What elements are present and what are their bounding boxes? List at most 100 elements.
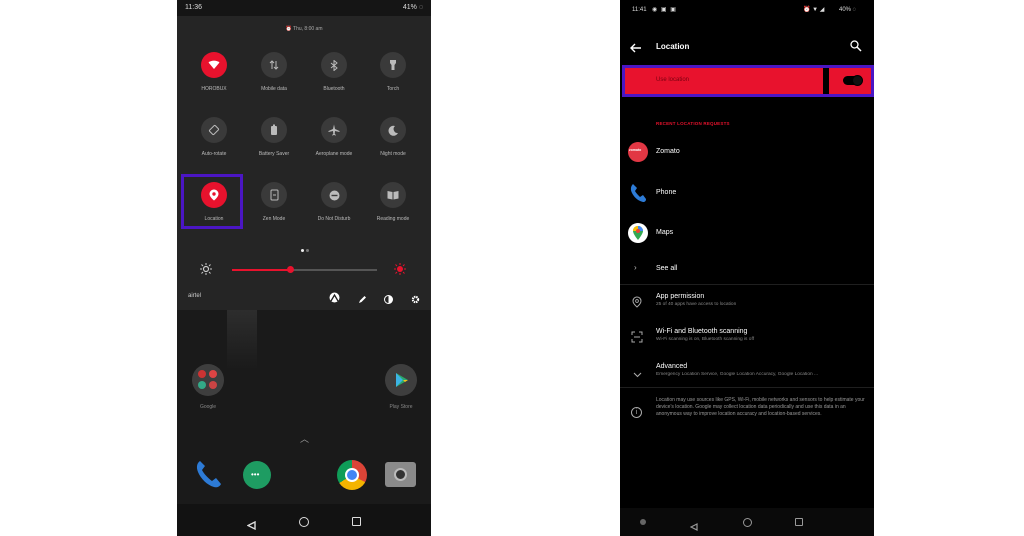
qs-tile-label: Mobile data [261, 86, 287, 92]
settings-gear-icon[interactable] [411, 291, 420, 309]
qs-tile-battery-saver[interactable]: Battery Saver [244, 117, 304, 157]
qs-tile-label: Night mode [380, 151, 406, 157]
status-time: 11:36 [185, 4, 202, 11]
play-store-icon[interactable] [385, 364, 417, 396]
maps-icon [628, 223, 648, 243]
divider [620, 284, 874, 285]
qs-tile-do-not-disturb[interactable]: Do Not Disturb [304, 182, 364, 222]
torch-icon [380, 52, 406, 78]
notification-icons: ◉ ▣ ▣ [652, 7, 677, 13]
chrome-icon[interactable] [337, 460, 367, 490]
recent-app-name[interactable]: Zomato [656, 148, 680, 155]
mobile-data-icon [261, 52, 287, 78]
recent-requests-header: RECENT LOCATION REQUESTS [656, 121, 730, 126]
status-bar: 11:36 41% ◌ [177, 0, 431, 16]
row-subtitle: Emergency Location Service, Google Locat… [656, 372, 819, 377]
airplane-icon [321, 117, 347, 143]
messages-icon[interactable]: ••• [243, 461, 271, 489]
see-all-link[interactable]: See all [656, 265, 677, 272]
auto-rotate-icon [201, 117, 227, 143]
qs-tile-torch[interactable]: Torch [363, 52, 423, 92]
night-mode-icon [380, 117, 406, 143]
scan-icon [631, 330, 643, 348]
left-phone-screen: 11:36 41% ◌ ⏰ Thu, 8:00 am HOROBUX Mobile… [177, 0, 431, 536]
app-permission-row[interactable]: App permission 25 of 40 apps have access… [656, 293, 736, 307]
brightness-thumb[interactable] [287, 266, 294, 273]
back-nav-icon[interactable] [246, 517, 256, 535]
status-bar: 11:41 ◉ ▣ ▣ ⏰ ▼ ◢ 40% ◌ [620, 0, 874, 22]
qs-tile-label: Zen Mode [262, 216, 286, 222]
search-icon[interactable] [850, 39, 862, 57]
battery-saver-icon [261, 117, 287, 143]
nav-bar [620, 508, 874, 536]
location-info-text: Location may use sources like GPS, Wi-Fi… [656, 397, 865, 417]
qs-tile-aeroplane-mode[interactable]: Aeroplane mode [304, 117, 364, 157]
qs-tile-reading-mode[interactable]: Reading mode [363, 182, 423, 222]
camera-icon[interactable] [385, 462, 416, 487]
play-store-label: Play Store [389, 404, 413, 410]
location-tile-highlight [181, 174, 243, 229]
page-dot [306, 249, 309, 252]
reading-mode-icon [380, 182, 406, 208]
right-phone-screen: 11:41 ◉ ▣ ▣ ⏰ ▼ ◢ 40% ◌ Location Use loc… [620, 0, 874, 536]
qs-tile-label: Aeroplane mode [315, 151, 353, 157]
recents-nav-icon[interactable] [795, 518, 803, 526]
recent-app-name[interactable]: Phone [656, 189, 676, 196]
nav-bar [177, 504, 431, 536]
back-arrow-icon[interactable] [630, 40, 642, 58]
status-battery: 40% ◌ [839, 7, 857, 13]
home-nav-icon[interactable] [299, 517, 309, 527]
qs-alarm-date[interactable]: ⏰ Thu, 8:00 am [177, 26, 431, 32]
qs-tile-auto-rotate[interactable]: Auto-rotate [184, 117, 244, 157]
qs-tile-label: Torch [386, 86, 400, 92]
use-location-highlight [622, 65, 874, 97]
qs-tile-label: Do Not Disturb [317, 216, 351, 222]
qs-tile-label: Bluetooth [323, 86, 345, 92]
home-nav-icon[interactable] [743, 518, 752, 527]
brightness-high-icon [394, 262, 406, 280]
wifi-bluetooth-scanning-row[interactable]: Wi-Fi and Bluetooth scanning Wi-Fi scann… [656, 328, 754, 342]
recent-app-name[interactable]: Maps [656, 229, 673, 236]
brightness-fill [232, 269, 290, 271]
page-title: Location [656, 42, 690, 51]
status-icons: ⏰ ▼ ◢ [803, 7, 825, 13]
assistant-dot-icon[interactable] [640, 519, 646, 525]
wallpaper-streak [227, 310, 257, 370]
quick-settings-panel: ⏰ Thu, 8:00 am HOROBUX Mobile data Bluetoo… [177, 16, 431, 310]
zen-mode-icon [261, 182, 287, 208]
page-dot-active [301, 249, 304, 252]
qs-tile-label: HOROBUX [201, 86, 227, 92]
qs-tile-mobile-data[interactable]: Mobile data [244, 52, 304, 92]
row-title: Wi-Fi and Bluetooth scanning [656, 328, 748, 335]
qs-tile-bluetooth[interactable]: Bluetooth [304, 52, 364, 92]
back-nav-icon[interactable] [689, 518, 698, 536]
google-folder-icon[interactable] [192, 364, 224, 396]
dialer-icon[interactable] [194, 459, 222, 494]
brightness-low-icon [200, 262, 212, 280]
zomato-icon: zomato [628, 142, 648, 162]
google-folder-label: Google [199, 404, 217, 410]
row-title: Advanced [656, 363, 688, 370]
wifi-icon [201, 52, 227, 78]
qs-tile-night-mode[interactable]: Night mode [363, 117, 423, 157]
qs-tile-horobux[interactable]: HOROBUX [184, 52, 244, 92]
edit-icon[interactable] [358, 291, 367, 309]
row-title: App permission [656, 293, 705, 300]
recents-nav-icon[interactable] [352, 517, 361, 526]
do-not-disturb-icon [321, 182, 347, 208]
theme-icon[interactable] [384, 291, 393, 309]
phone-icon [629, 183, 647, 208]
row-subtitle: 25 of 40 apps have access to location [656, 302, 737, 307]
chevron-right-icon: › [634, 263, 637, 272]
info-icon: i [631, 407, 642, 418]
chevron-down-icon [633, 365, 642, 383]
qs-tile-zen-mode[interactable]: Zen Mode [244, 182, 304, 222]
divider [620, 387, 874, 388]
carrier-label: airtel [188, 293, 202, 299]
status-battery: 41% ◌ [402, 4, 423, 11]
app-drawer-chevron-icon[interactable]: ︿ [300, 432, 309, 445]
account-icon[interactable] [329, 290, 340, 308]
row-subtitle: Wi-Fi scanning is on, Bluetooth scanning… [656, 337, 755, 342]
advanced-row[interactable]: Advanced Emergency Location Service, Goo… [656, 363, 868, 377]
bluetooth-icon [321, 52, 347, 78]
